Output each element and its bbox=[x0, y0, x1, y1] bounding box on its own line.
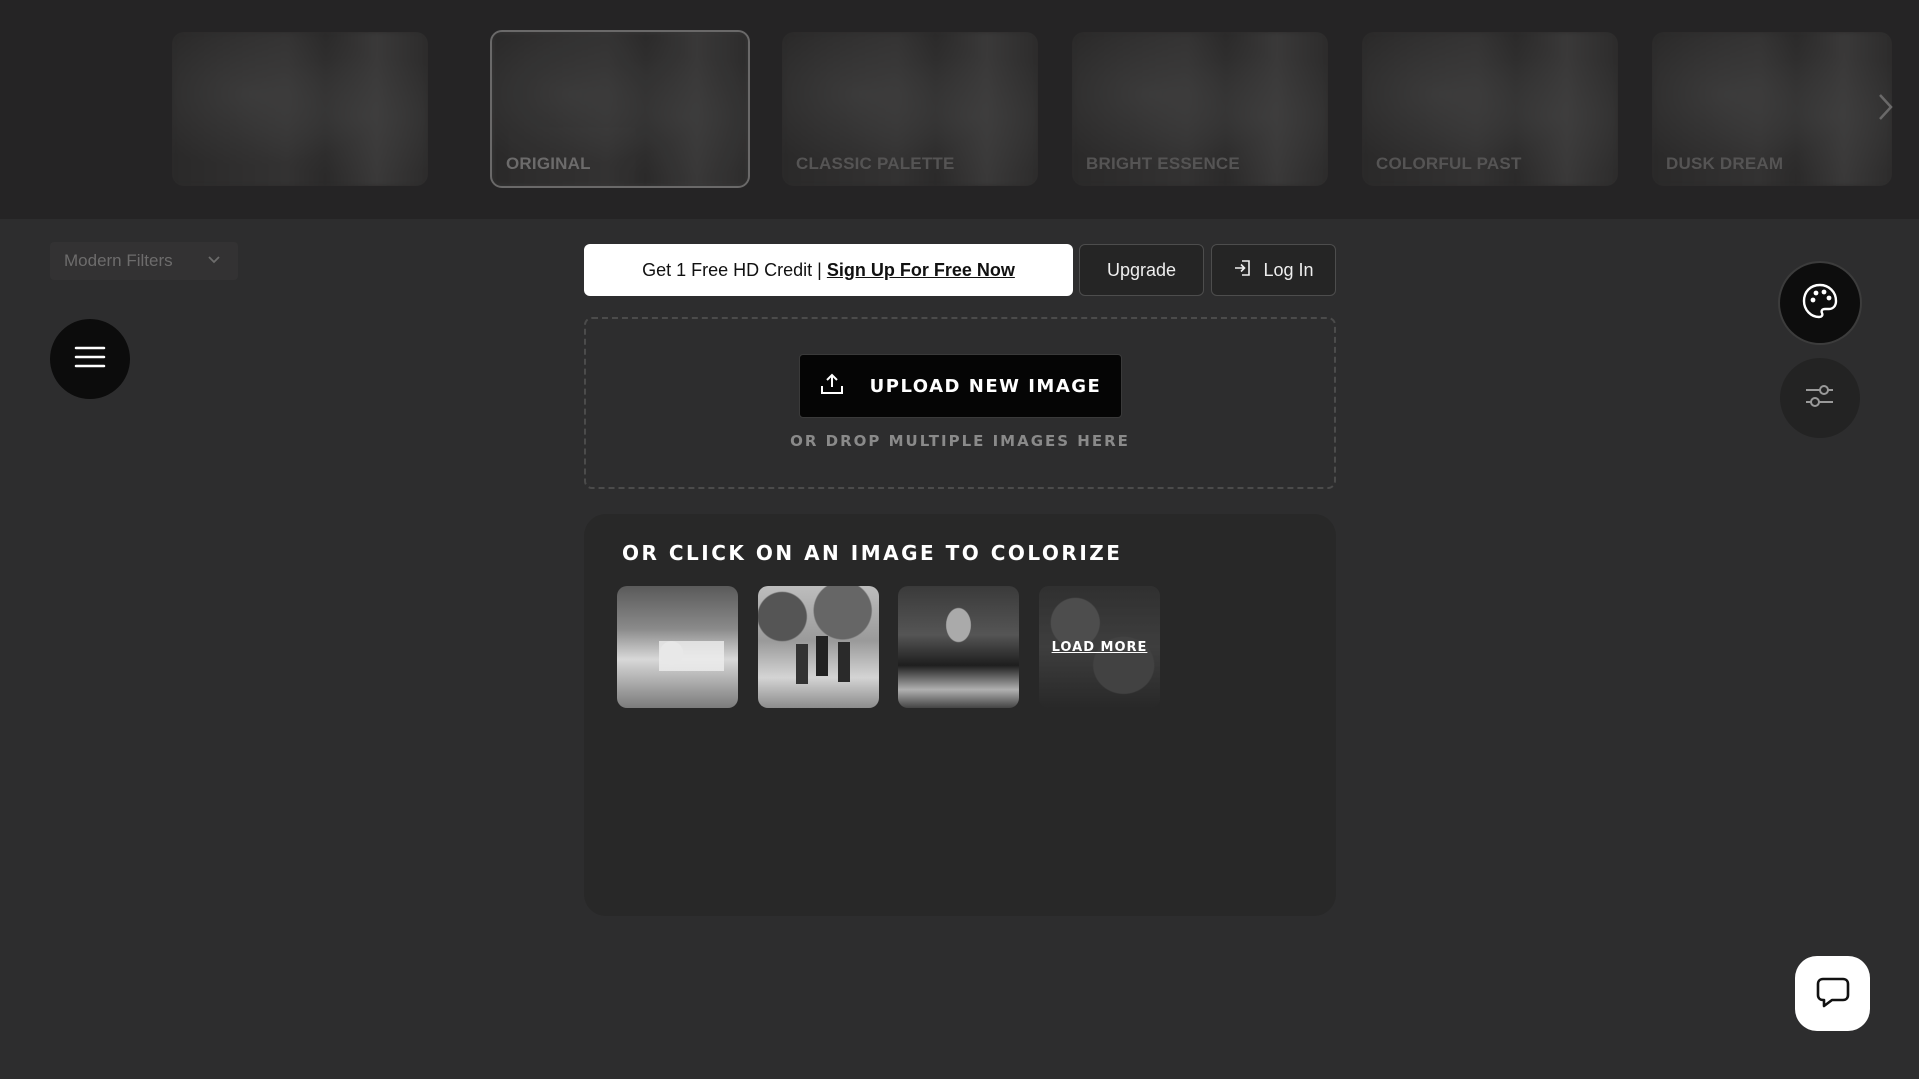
samples-title: OR CLICK ON AN IMAGE TO COLORIZE bbox=[622, 541, 1123, 565]
drop-hint: OR DROP MULTIPLE IMAGES HERE bbox=[790, 432, 1130, 450]
upgrade-button-label: Upgrade bbox=[1106, 259, 1177, 280]
sign-up-link[interactable]: Sign Up For Free Now bbox=[827, 260, 1015, 281]
sample-image[interactable] bbox=[898, 586, 1019, 708]
filter-card-label: BRIGHT ESSENCE bbox=[1086, 154, 1240, 173]
login-button-label: Log In bbox=[1263, 259, 1314, 280]
filter-card-bright-essence[interactable]: BRIGHT ESSENCE bbox=[1072, 32, 1328, 186]
sample-image[interactable] bbox=[617, 586, 738, 708]
sliders-icon bbox=[1803, 379, 1837, 417]
filters-dropdown-value: Modern Filters bbox=[64, 251, 173, 270]
upload-button-label: UPLOAD NEW IMAGE bbox=[869, 375, 1102, 397]
filters-dropdown[interactable]: Modern Filters bbox=[50, 242, 238, 280]
filter-card-label: DUSK DREAM bbox=[1666, 154, 1784, 173]
hamburger-menu-icon bbox=[74, 345, 106, 373]
login-button[interactable]: Log In bbox=[1211, 244, 1336, 296]
login-icon bbox=[1233, 258, 1253, 283]
filter-card-label: COLORFUL PAST bbox=[1376, 154, 1522, 173]
sample-image[interactable] bbox=[758, 586, 879, 708]
palette-button[interactable] bbox=[1780, 263, 1860, 343]
palette-icon bbox=[1800, 281, 1840, 325]
filter-card-colorful-past[interactable]: COLORFUL PAST bbox=[1362, 32, 1618, 186]
chevron-down-icon bbox=[206, 252, 222, 268]
filter-thumbnail bbox=[172, 32, 428, 186]
filter-card-label: ORIGINAL bbox=[506, 154, 591, 173]
adjustments-button[interactable] bbox=[1780, 358, 1860, 438]
upgrade-button[interactable]: Upgrade bbox=[1079, 244, 1204, 296]
upload-button[interactable]: UPLOAD NEW IMAGE bbox=[799, 354, 1122, 418]
chat-bubble-icon bbox=[1815, 974, 1851, 1014]
filter-card-original[interactable]: ORIGINAL bbox=[490, 30, 750, 188]
filter-card-blank[interactable] bbox=[172, 32, 428, 186]
load-more-tile[interactable]: LOAD MORE bbox=[1039, 586, 1160, 708]
chevron-right-icon[interactable] bbox=[1875, 92, 1895, 122]
credit-banner: Get 1 Free HD Credit | Sign Up For Free … bbox=[584, 244, 1073, 296]
filter-strip: ORIGINAL CLASSIC PALETTE BRIGHT ESSENCE … bbox=[0, 0, 1919, 219]
samples-panel bbox=[584, 514, 1336, 916]
credit-banner-text: Get 1 Free HD Credit | bbox=[642, 259, 822, 280]
filter-card-label: CLASSIC PALETTE bbox=[796, 154, 955, 173]
menu-button[interactable] bbox=[50, 319, 130, 399]
upload-icon bbox=[820, 373, 844, 400]
filter-card-dusk-dream[interactable]: DUSK DREAM bbox=[1652, 32, 1892, 186]
filter-card-classic-palette[interactable]: CLASSIC PALETTE bbox=[782, 32, 1038, 186]
load-more-link[interactable]: LOAD MORE bbox=[1052, 640, 1148, 655]
chat-button[interactable] bbox=[1795, 956, 1870, 1031]
